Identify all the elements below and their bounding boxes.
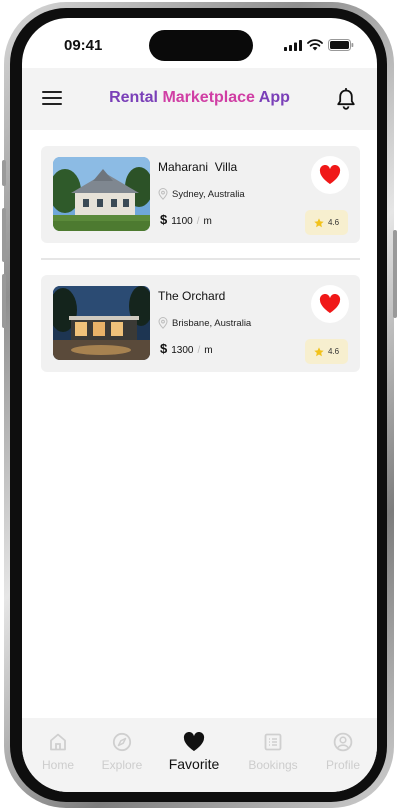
list-icon <box>264 733 282 751</box>
nav-item-bookings[interactable]: Bookings <box>238 732 308 772</box>
wifi-icon <box>307 39 323 51</box>
phone-action-button <box>2 160 6 186</box>
status-time: 09:41 <box>64 37 103 54</box>
listing-location: Sydney, Australia <box>158 188 245 200</box>
nav-label: Explore <box>101 758 143 772</box>
nav-label: Home <box>41 758 74 772</box>
nav-item-explore[interactable]: Explore <box>87 732 157 772</box>
nav-item-home[interactable]: Home <box>23 732 93 772</box>
location-pin-icon <box>158 317 168 329</box>
heart-icon <box>319 165 341 184</box>
nav-label: Favorite <box>168 756 220 772</box>
price-unit: m <box>204 345 213 356</box>
notification-bell-icon[interactable] <box>336 88 356 110</box>
listing-location-text: Brisbane, Australia <box>172 317 252 329</box>
heart-icon <box>183 732 205 751</box>
app-title-part-rental: Rental <box>109 89 163 106</box>
listing-image <box>53 157 150 231</box>
nav-item-profile[interactable]: Profile <box>308 732 377 772</box>
listing-price: $ 1300/m <box>160 341 213 356</box>
rating-value: 4.6 <box>327 218 340 227</box>
rating-value: 4.6 <box>327 347 340 356</box>
rating-badge: 4.6 <box>305 339 348 364</box>
listing-card[interactable]: The Orchard Brisbane, Australia $ 1300/m… <box>41 275 360 372</box>
app-header: Rental Marketplace App <box>22 68 377 130</box>
phone-volume-down-button <box>2 274 6 328</box>
nav-item-favorite[interactable]: Favorite <box>159 732 229 772</box>
favorite-button[interactable] <box>311 285 349 323</box>
bottom-nav: Home Explore Favorite Bookings Profile <box>22 718 377 792</box>
signal-icon <box>284 39 302 51</box>
app-screen: 09:41 Rental Marketplace App Maharani Vi… <box>22 18 377 792</box>
app-title: Rental Marketplace App <box>22 89 377 107</box>
price-separator: / <box>197 345 201 356</box>
nav-label: Bookings <box>248 758 298 772</box>
listing-divider <box>41 258 360 260</box>
dynamic-island <box>149 30 253 61</box>
listing-name: Maharani Villa <box>158 160 238 174</box>
listing-card[interactable]: Maharani Villa Sydney, Australia $ 1100/… <box>41 146 360 243</box>
price-unit: m <box>203 216 212 227</box>
heart-icon <box>319 294 341 313</box>
currency-symbol: $ <box>160 212 168 227</box>
status-icons <box>284 39 354 51</box>
listing-location: Brisbane, Australia <box>158 317 251 329</box>
app-title-part-marketplace: Marketplace <box>162 89 255 106</box>
location-pin-icon <box>158 188 168 200</box>
nav-label: Profile <box>325 758 360 772</box>
battery-icon <box>328 39 354 51</box>
star-icon <box>314 346 324 356</box>
price-amount: 1300 <box>171 345 194 356</box>
listing-name: The Orchard <box>158 289 226 303</box>
user-icon <box>333 732 353 752</box>
compass-icon <box>112 732 132 752</box>
home-icon <box>50 733 66 751</box>
listing-location-text: Sydney, Australia <box>172 188 245 200</box>
star-icon <box>314 217 324 227</box>
currency-symbol: $ <box>160 341 168 356</box>
phone-power-button <box>393 230 397 318</box>
favorite-button[interactable] <box>311 156 349 194</box>
app-title-part-app: App <box>254 89 290 106</box>
listing-price: $ 1100/m <box>160 212 212 227</box>
status-bar: 09:41 <box>22 18 377 68</box>
phone-volume-up-button <box>2 208 6 262</box>
price-separator: / <box>196 216 200 227</box>
rating-badge: 4.6 <box>305 210 348 235</box>
listing-image <box>53 286 150 360</box>
price-amount: 1100 <box>171 216 193 227</box>
